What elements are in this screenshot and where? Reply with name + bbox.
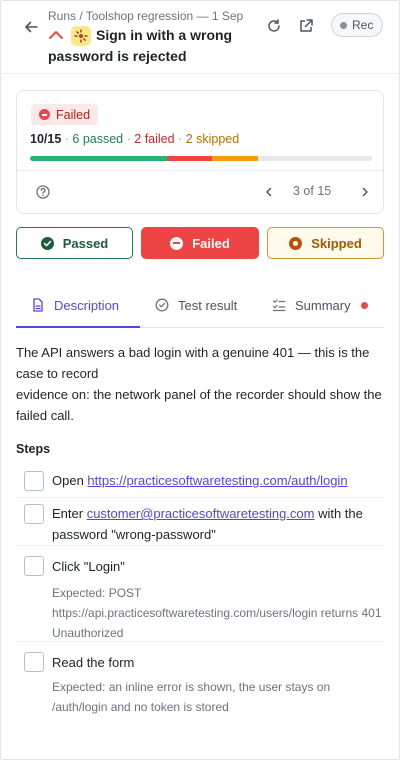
record-label: Rec [352, 18, 374, 32]
passed-count: 6 passed [72, 132, 124, 146]
mark-failed-label: Failed [192, 235, 230, 251]
refresh-button[interactable] [264, 16, 284, 36]
step-prefix: Enter [52, 506, 87, 521]
tab-test-result-label: Test result [178, 297, 238, 313]
step-checkbox[interactable] [24, 556, 44, 576]
failed-icon [39, 109, 50, 120]
mark-passed-label: Passed [62, 235, 109, 251]
separator: · [178, 132, 186, 146]
check-circle-icon [40, 236, 54, 250]
run-summary-card: Failed 10/15 · 6 passed · 2 failed · 2 s… [16, 90, 384, 214]
progress-segment-passed [30, 156, 167, 161]
skipped-count: 2 skipped [185, 132, 240, 146]
refresh-icon [268, 19, 280, 32]
progress-segment-failed [166, 156, 213, 161]
previous-button[interactable] [261, 184, 277, 200]
result-counts: 10/15 · 6 passed · 2 failed · 2 skipped [30, 132, 239, 146]
mark-skipped-label: Skipped [311, 235, 362, 251]
step-prefix: Open [52, 473, 88, 488]
tab-summary-label: Summary [295, 297, 351, 313]
mark-skipped-button[interactable]: Skipped [267, 227, 384, 259]
notification-dot [360, 301, 368, 309]
active-tab-indicator [16, 326, 140, 328]
total-count: 10/15 [30, 132, 62, 146]
pager: 3 of 15 [261, 183, 371, 201]
record-button[interactable]: Rec [331, 13, 384, 37]
step-text: Open https://practicesoftwaretesting.com… [52, 462, 384, 491]
check-circle-outline-icon [155, 298, 169, 312]
breadcrumb[interactable]: Runs / Toolshop regression — 1 Sep [48, 9, 243, 23]
status-badge-label: Failed [56, 107, 91, 122]
step-text: Enter customer@practicesoftwaretesting.c… [52, 498, 384, 545]
step-item: Open https://practicesoftwaretesting.com… [16, 462, 384, 498]
step-link[interactable]: customer@practicesoftwaretesting.com [87, 506, 315, 521]
mark-passed-button[interactable]: Passed [16, 227, 133, 259]
next-button[interactable] [357, 184, 373, 200]
sparkle-icon [71, 26, 91, 46]
external-link-icon [300, 19, 313, 32]
chevron-right-icon [362, 187, 368, 197]
step-text: Read the form [52, 655, 135, 670]
failed-count: 2 failed [134, 132, 175, 146]
back-button[interactable] [20, 16, 42, 38]
steps-heading: Steps [16, 442, 51, 456]
mark-failed-button[interactable]: Failed [141, 227, 259, 259]
step-item: Enter customer@practicesoftwaretesting.c… [16, 498, 384, 546]
step-checkbox[interactable] [24, 652, 44, 672]
title-row: Sign in with a wrong password is rejecte… [48, 25, 253, 67]
tab-description[interactable]: Description [31, 282, 119, 328]
steps-list: Open https://practicesoftwaretesting.com… [16, 462, 384, 718]
open-external-button[interactable] [296, 16, 316, 36]
document-icon [33, 298, 43, 312]
step-expected: Expected: POST https://api.practicesoftw… [52, 586, 382, 640]
description-line: evidence on: the network panel of the re… [16, 387, 382, 423]
step-item: Read the form Expected: an inline error … [16, 642, 384, 718]
step-item: Click "Login" Expected: POST https://api… [16, 546, 384, 642]
record-dot-icon [340, 21, 347, 29]
step-checkbox[interactable] [24, 471, 44, 491]
tab-description-label: Description [54, 297, 120, 313]
pager-label: 3 of 15 [293, 184, 332, 198]
skip-circle-icon [289, 236, 303, 250]
step-checkbox[interactable] [24, 504, 44, 524]
step-link[interactable]: https://practicesoftwaretesting.com/auth… [87, 473, 347, 488]
description-line: The API answers a bad login with a genui… [16, 345, 370, 381]
progress-segment-skipped [212, 156, 258, 161]
tab-test-result[interactable]: Test result [155, 282, 237, 328]
status-badge: Failed [31, 104, 99, 125]
divider [17, 170, 383, 171]
header: Runs / Toolshop regression — 1 Sep Sign … [0, 0, 400, 74]
step-text: Click "Login" [52, 559, 125, 574]
step-expected: Expected: an inline error is shown, the … [52, 680, 331, 714]
progress-bar [30, 156, 372, 161]
minus-circle-icon [170, 236, 184, 250]
chevron-left-icon [266, 187, 272, 197]
help-icon[interactable] [36, 185, 50, 199]
tab-summary[interactable]: Summary [272, 282, 368, 328]
arrow-left-icon [25, 21, 38, 33]
priority-high-icon [49, 31, 63, 39]
tab-bar: Description Test result Summary [16, 282, 384, 328]
checklist-icon [272, 299, 286, 312]
test-description: The API answers a bad login with a genui… [16, 342, 388, 426]
